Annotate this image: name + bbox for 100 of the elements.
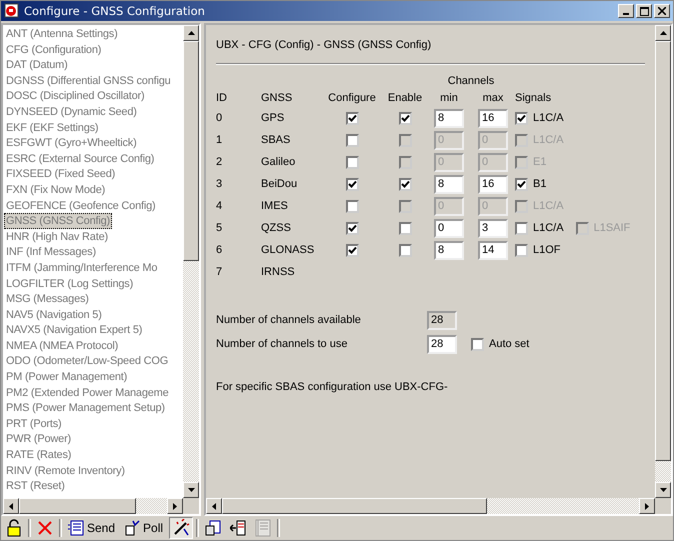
list-item[interactable]: DGNSS (Differential GNSS configu: [4, 72, 173, 88]
list-item[interactable]: NMEA (NMEA Protocol): [4, 338, 120, 354]
id-cell-text: 3: [216, 177, 224, 192]
gnss-cell-text: SBAS: [261, 133, 292, 148]
list-item[interactable]: ANT (Antenna Settings): [4, 26, 120, 42]
signal-label: L1OF: [533, 244, 561, 256]
checkbox[interactable]: [346, 244, 358, 256]
vertical-scrollbar[interactable]: [655, 25, 671, 498]
gnss-cell-text: Galileo: [261, 155, 296, 170]
close-button[interactable]: [654, 4, 670, 18]
column-header: Enable: [386, 92, 424, 104]
horizontal-scrollbar[interactable]: [3, 498, 199, 514]
list-item[interactable]: CFG (Configuration): [4, 42, 104, 58]
close-icon: [658, 7, 666, 15]
field-label: Number of channels available: [216, 314, 362, 326]
signal-label: L1C/A: [533, 200, 564, 212]
horizontal-scrollbar[interactable]: [206, 498, 671, 514]
list-item[interactable]: ESRC (External Source Config): [4, 150, 156, 166]
checkbox[interactable]: [515, 178, 528, 190]
arrow-up-icon[interactable]: [188, 31, 194, 35]
list-item[interactable]: FXN (Fix Now Mode): [4, 182, 108, 198]
input-field[interactable]: 0: [434, 218, 464, 238]
column-header: Configure: [327, 92, 377, 104]
maximize-button[interactable]: [636, 4, 652, 18]
list-item[interactable]: GEOFENCE (Geofence Config): [4, 198, 158, 214]
arrow-left-icon[interactable]: [212, 502, 216, 510]
column-header: min: [439, 92, 459, 104]
list-item[interactable]: EKF (EKF Settings): [4, 120, 100, 136]
input-field[interactable]: 16: [478, 174, 508, 194]
list-item[interactable]: INF (Inf Messages): [4, 244, 98, 260]
arrow-down-icon[interactable]: [188, 488, 194, 492]
id-cell-text: 2: [216, 155, 224, 170]
panel-title: UBX - CFG (Config) - GNSS (GNSS Config): [216, 38, 432, 51]
arrow-left-icon[interactable]: [9, 502, 13, 510]
list-item[interactable]: NAVX5 (Navigation Expert 5): [4, 322, 144, 338]
column-header: ID: [216, 92, 228, 104]
input-field[interactable]: 16: [478, 108, 508, 128]
gnss-cell-text: BeiDou: [261, 177, 298, 192]
list-item[interactable]: LOGFILTER (Log Settings): [4, 276, 136, 292]
list-item[interactable]: MSG (Messages): [4, 291, 91, 307]
input-field[interactable]: 8: [434, 240, 464, 260]
checkbox[interactable]: [515, 112, 528, 124]
checkbox[interactable]: [346, 134, 358, 146]
list-item[interactable]: ITFM (Jamming/Interference Mo: [4, 260, 160, 276]
id-cell-text: 7: [216, 265, 224, 280]
list-item[interactable]: ESFGWT (Gyro+Wheeltick): [4, 135, 139, 151]
list-item[interactable]: PMS (Power Management Setup): [4, 400, 167, 416]
column-header: max: [482, 92, 504, 104]
input-field[interactable]: 3: [478, 218, 508, 238]
list-item[interactable]: DYNSEED (Dynamic Seed): [4, 104, 139, 120]
list-item[interactable]: RATE (Rates): [4, 447, 74, 463]
id-cell-text: 4: [216, 199, 224, 214]
checkbox[interactable]: [346, 112, 358, 124]
list-item[interactable]: GNSS (GNSS Config): [4, 213, 112, 229]
list-item[interactable]: RST (Reset): [4, 478, 67, 494]
send-button[interactable]: Send: [65, 517, 118, 539]
id-cell-text: 1: [216, 133, 224, 148]
input-field[interactable]: 8: [434, 174, 464, 194]
list-item[interactable]: PWR (Power): [4, 431, 74, 448]
gnss-cell-text: GLONASS: [261, 243, 316, 258]
list-item[interactable]: NAV5 (Navigation 5): [4, 306, 104, 322]
vertical-scrollbar[interactable]: [183, 25, 199, 498]
checkbox[interactable]: [346, 156, 358, 168]
list-item[interactable]: ODO (Odometer/Low-Speed COG: [4, 353, 170, 370]
column-header: Signals: [515, 92, 552, 104]
list-item[interactable]: FIXSEED (Fixed Seed): [4, 166, 118, 182]
checkbox[interactable]: [471, 338, 484, 350]
checkbox[interactable]: [398, 112, 412, 124]
gnss-cell-text: IRNSS: [261, 265, 296, 280]
signal-label: L1C/A: [533, 134, 564, 146]
checkbox[interactable]: [398, 178, 412, 190]
arrow-up-icon[interactable]: [660, 31, 666, 35]
checkbox[interactable]: [346, 178, 358, 190]
checkbox[interactable]: [346, 222, 358, 234]
checkbox[interactable]: [398, 244, 412, 256]
checkbox[interactable]: [515, 222, 528, 234]
list-item[interactable]: PM2 (Extended Power Manageme: [4, 384, 171, 400]
column-header: GNSS: [261, 92, 294, 104]
list-item[interactable]: RINV (Remote Inventory): [4, 462, 127, 478]
list-item[interactable]: DOSC (Disciplined Oscillator): [4, 88, 146, 104]
checkbox[interactable]: [398, 222, 412, 234]
list-item[interactable]: PRT (Ports): [4, 416, 64, 432]
wand-icon[interactable]: [169, 517, 194, 539]
arrow-right-icon[interactable]: [645, 502, 649, 510]
id-cell-text: 6: [216, 243, 224, 258]
input-field[interactable]: 28: [427, 334, 457, 354]
minimize-button[interactable]: [618, 4, 634, 18]
gnss-cell-text: QZSS: [261, 221, 292, 236]
input-field[interactable]: 14: [478, 240, 508, 260]
arrow-down-icon[interactable]: [660, 488, 666, 492]
field-label: Number of channels to use: [216, 338, 348, 350]
id-cell-text: 0: [216, 111, 224, 126]
list-item[interactable]: HNR (High Nav Rate): [4, 228, 110, 244]
list-item[interactable]: DAT (Datum): [4, 57, 70, 73]
checkbox[interactable]: [515, 244, 528, 256]
arrow-right-icon[interactable]: [173, 502, 177, 510]
checkbox[interactable]: [346, 200, 358, 212]
input-field[interactable]: 8: [434, 108, 464, 128]
poll-button[interactable]: Poll: [121, 517, 166, 539]
list-item[interactable]: PM (Power Management): [4, 369, 130, 385]
